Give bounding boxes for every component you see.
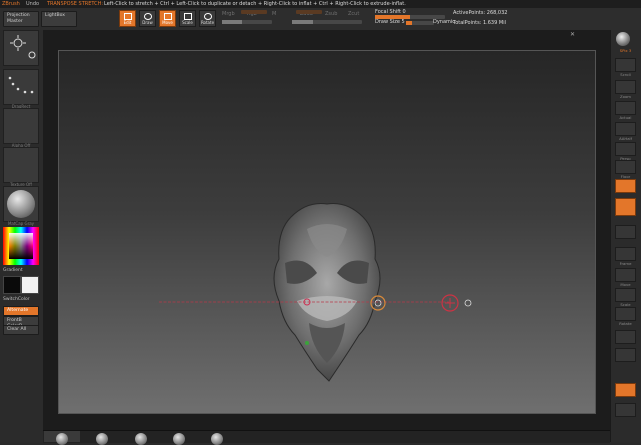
mrgb-toggle[interactable]: Mrgb [222, 11, 235, 17]
close-icon[interactable]: ✕ [570, 31, 575, 38]
material-caption: MatCap Gray [7, 221, 35, 226]
m-toggle[interactable]: M [272, 11, 276, 17]
dynamic-toggle[interactable]: Dynamic [433, 19, 455, 25]
color-picker-square[interactable] [9, 233, 33, 259]
cursor-circle [464, 299, 472, 307]
stroke-icon [8, 76, 34, 94]
aahalf-label: AAHalf [619, 136, 632, 141]
rotate-label: Rotate [619, 321, 632, 326]
scroll-label: Scroll [620, 72, 631, 77]
material-sphere [7, 190, 35, 218]
draw-tool-button[interactable]: Draw [139, 10, 156, 27]
lightbox-button[interactable]: LightBox [41, 11, 77, 27]
spix-label[interactable]: SPix 3 [612, 48, 639, 53]
brush-selector[interactable] [3, 30, 39, 66]
main-color-swatch[interactable] [3, 276, 21, 294]
stroke-selector[interactable] [3, 69, 39, 105]
polyf-button[interactable] [615, 330, 636, 344]
xpose-bottom-button[interactable] [615, 403, 636, 417]
zadd-swatch[interactable] [296, 10, 322, 14]
total-points: TotalPoints: 1.639 Mil [453, 20, 506, 26]
secondary-color-swatch[interactable] [21, 276, 39, 294]
brush-icon [10, 35, 36, 59]
rgb-intensity-slider[interactable] [222, 20, 272, 24]
zcut-toggle[interactable]: Zcut [348, 11, 359, 17]
actual-button[interactable] [615, 101, 636, 115]
solo-button[interactable] [615, 383, 636, 397]
actual-label: Actual [619, 115, 632, 120]
xpose-button[interactable] [615, 225, 636, 239]
draw-icon [144, 13, 152, 20]
texture-selector[interactable] [3, 147, 39, 183]
gradient-label[interactable]: Gradient [3, 268, 23, 273]
edit-icon [124, 13, 132, 20]
scale-icon [184, 13, 192, 20]
brush-dam-icon[interactable] [173, 433, 185, 445]
menu-undo[interactable]: Undo [26, 1, 39, 7]
zoom-button[interactable] [615, 80, 636, 94]
floor-button[interactable] [615, 160, 636, 174]
color-picker[interactable] [3, 227, 39, 265]
app-version: ZBrush [2, 1, 20, 7]
scroll-button[interactable] [615, 58, 636, 72]
tip-text: Left-Click to stretch + Ctrl + Left-Clic… [104, 1, 406, 7]
material-selector[interactable] [3, 186, 39, 222]
brush-standard-icon[interactable] [56, 433, 68, 445]
viewport-canvas[interactable] [58, 50, 596, 414]
z-intensity-slider[interactable] [292, 20, 362, 24]
brush-pinch-icon[interactable] [211, 433, 223, 445]
tip-title: TRANSPOSE STRETCH: [47, 1, 104, 7]
bpr-render-button[interactable] [616, 32, 630, 46]
move-tool-button[interactable]: Move [159, 10, 176, 27]
alternate-button[interactable]: Alternate [3, 306, 39, 316]
rotate-tool-button[interactable]: Rotate [199, 10, 216, 27]
transp-button[interactable] [615, 348, 636, 362]
draw-size-slider[interactable] [406, 21, 434, 25]
zoom-label: Zoom [620, 94, 631, 99]
draw-size-label: Draw Size 5 [375, 19, 405, 25]
aahalf-button[interactable] [615, 122, 636, 136]
rotate-icon [204, 13, 212, 20]
clear-all-button[interactable]: Clear All [3, 325, 39, 335]
projection-master-button[interactable]: Projection Master [3, 11, 39, 27]
rotate-view-button[interactable] [615, 307, 636, 321]
frame-button[interactable] [615, 247, 636, 261]
brush-clay-icon[interactable] [135, 433, 147, 445]
zsub-toggle[interactable]: Zsub [325, 11, 337, 17]
brush-move-icon[interactable] [96, 433, 108, 445]
local-button[interactable] [615, 179, 636, 193]
move-icon [164, 13, 172, 20]
frame-label: Frame [619, 261, 632, 266]
bottom-shelf [43, 430, 610, 443]
active-points: ActivePoints: 268,032 [453, 10, 508, 16]
move-view-button[interactable] [615, 268, 636, 282]
rgb-swatch[interactable] [241, 10, 267, 14]
scale-tool-button[interactable]: Scale [179, 10, 196, 27]
persp-button[interactable] [615, 142, 636, 156]
lsym-button[interactable] [615, 198, 636, 216]
sculpt-mesh [159, 203, 472, 382]
move-label: Move [620, 282, 631, 287]
scale-view-button[interactable] [615, 288, 636, 302]
switch-color-button[interactable]: SwitchColor [3, 297, 30, 302]
edit-tool-button[interactable]: Edit [119, 10, 136, 27]
alpha-selector[interactable] [3, 108, 39, 144]
